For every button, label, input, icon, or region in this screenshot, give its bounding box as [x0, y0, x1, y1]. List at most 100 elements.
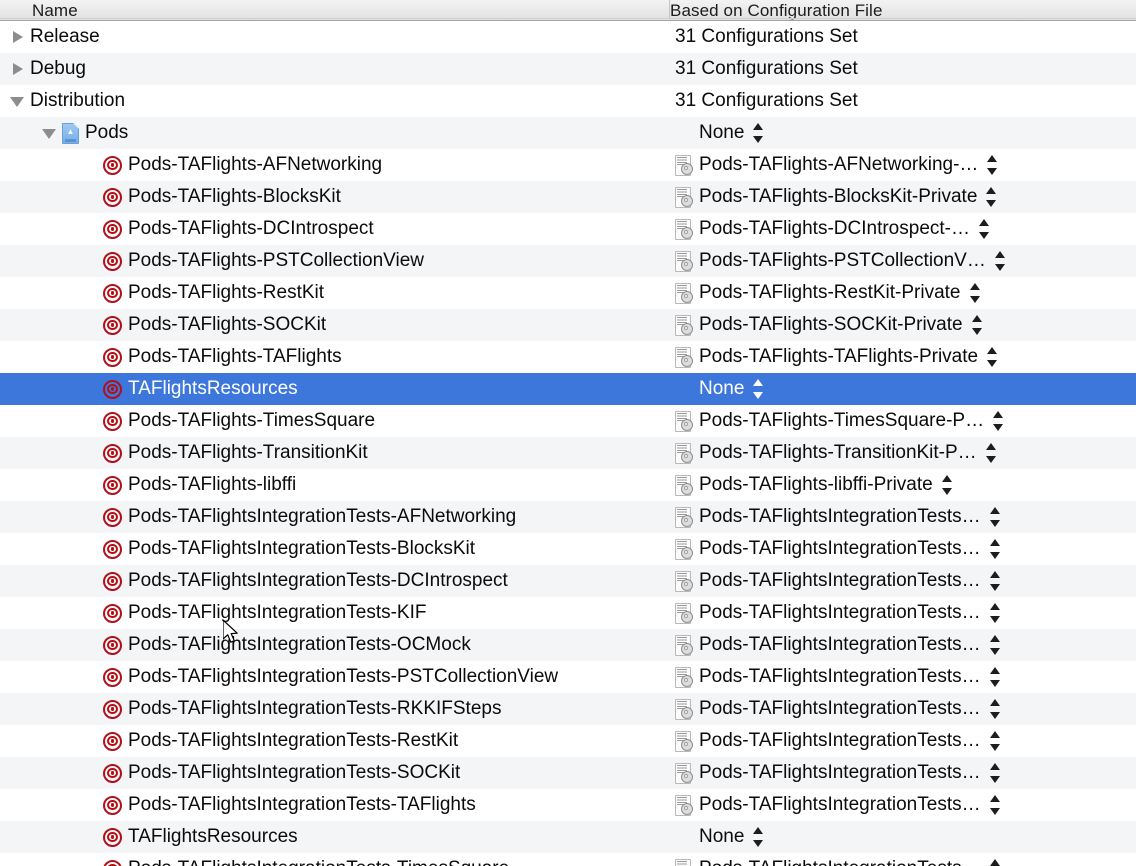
stepper-arrows-icon[interactable] [985, 442, 998, 464]
table-row[interactable]: Pods-TAFlights-SOCKit Pods-TAFlights-SOCK… [0, 309, 1136, 341]
cell-name[interactable]: Pods-TAFlightsIntegrationTests-DCIntrosp… [0, 565, 669, 597]
table-row[interactable]: Pods-TAFlightsIntegrationTests-PSTCollec… [0, 661, 1136, 693]
cell-name[interactable]: Pods-TAFlights-BlocksKit [0, 181, 669, 213]
table-row[interactable]: TAFlightsResources None [0, 821, 1136, 853]
stepper-arrows-icon[interactable] [969, 282, 982, 304]
table-row[interactable]: TAFlightsResources None [0, 373, 1136, 405]
cell-based-on-configuration-file[interactable]: Pods-TAFlights-TransitionKit-P… [669, 437, 1136, 469]
cell-based-on-configuration-file[interactable]: Pods-TAFlightsIntegrationTests… [669, 661, 1136, 693]
table-row[interactable]: Pods-TAFlightsIntegrationTests-TimesSqua… [0, 853, 1136, 866]
table-row[interactable]: Pods-TAFlights-BlocksKit Pods-TAFlights-B… [0, 181, 1136, 213]
cell-name[interactable]: Pods-TAFlightsIntegrationTests-AFNetwork… [0, 501, 669, 533]
stepper-arrows-icon[interactable] [978, 218, 991, 240]
cell-based-on-configuration-file[interactable]: None [669, 821, 1136, 853]
cell-based-on-configuration-file[interactable]: Pods-TAFlights-TAFlights-Private [669, 341, 1136, 373]
table-row[interactable]: Pods-TAFlights-TransitionKit Pods-TAFligh… [0, 437, 1136, 469]
triangle-down-icon[interactable] [10, 93, 26, 109]
cell-name[interactable]: Pods-TAFlights-TAFlights [0, 341, 669, 373]
cell-based-on-configuration-file[interactable]: Pods-TAFlightsIntegrationTests… [669, 565, 1136, 597]
cell-name[interactable]: Pods-TAFlights-TransitionKit [0, 437, 669, 469]
stepper-arrows-icon[interactable] [986, 154, 999, 176]
table-row[interactable]: Distribution 31 Configurations Set [0, 85, 1136, 117]
table-row[interactable]: Pods-TAFlightsIntegrationTests-KIF Pods-T… [0, 597, 1136, 629]
stepper-arrows-icon[interactable] [989, 602, 1002, 624]
cell-name[interactable]: Pods-TAFlights-SOCKit [0, 309, 669, 341]
cell-based-on-configuration-file[interactable]: None [669, 373, 1136, 405]
table-row[interactable]: Pods-TAFlights-TimesSquare Pods-TAFlights… [0, 405, 1136, 437]
cell-name[interactable]: Pods-TAFlightsIntegrationTests-RestKit [0, 725, 669, 757]
column-divider[interactable] [669, 0, 670, 19]
stepper-arrows-icon[interactable] [986, 346, 999, 368]
table-row[interactable]: Pods-TAFlightsIntegrationTests-SOCKit Pod… [0, 757, 1136, 789]
stepper-arrows-icon[interactable] [989, 666, 1002, 688]
cell-based-on-configuration-file[interactable]: 31 Configurations Set [669, 21, 1136, 53]
table-row[interactable]: Pods-TAFlights-TAFlights Pods-TAFlights-T… [0, 341, 1136, 373]
stepper-arrows-icon[interactable] [989, 634, 1002, 656]
cell-based-on-configuration-file[interactable]: Pods-TAFlights-PSTCollectionV… [669, 245, 1136, 277]
cell-based-on-configuration-file[interactable]: Pods-TAFlights-libffi-Private [669, 469, 1136, 501]
stepper-arrows-icon[interactable] [989, 538, 1002, 560]
cell-name[interactable]: Pods-TAFlightsIntegrationTests-RKKIFStep… [0, 693, 669, 725]
cell-name[interactable]: TAFlightsResources [0, 821, 669, 853]
table-row[interactable]: Pods-TAFlights-PSTCollectionView Pods-TAF… [0, 245, 1136, 277]
table-row[interactable]: Pods-TAFlights-DCIntrospect Pods-TAFlight… [0, 213, 1136, 245]
cell-based-on-configuration-file[interactable]: Pods-TAFlightsIntegrationTests… [669, 757, 1136, 789]
table-row[interactable]: Pods-TAFlightsIntegrationTests-BlocksKit… [0, 533, 1136, 565]
stepper-arrows-icon[interactable] [985, 186, 998, 208]
cell-name[interactable]: Pods-TAFlightsIntegrationTests-BlocksKit [0, 533, 669, 565]
cell-based-on-configuration-file[interactable]: Pods-TAFlights-RestKit-Private [669, 277, 1136, 309]
table-row[interactable]: Pods-TAFlights-RestKit Pods-TAFlights-Res… [0, 277, 1136, 309]
table-row[interactable]: Pods-TAFlightsIntegrationTests-AFNetwork… [0, 501, 1136, 533]
cell-name[interactable]: Pods-TAFlights-RestKit [0, 277, 669, 309]
stepper-arrows-icon[interactable] [752, 122, 765, 144]
stepper-arrows-icon[interactable] [941, 474, 954, 496]
cell-based-on-configuration-file[interactable]: Pods-TAFlightsIntegrationTests… [669, 629, 1136, 661]
cell-name[interactable]: Pods-TAFlights-libffi [0, 469, 669, 501]
cell-based-on-configuration-file[interactable]: Pods-TAFlightsIntegrationTests… [669, 597, 1136, 629]
column-header-based-on-configuration-file[interactable]: Based on Configuration File [640, 1, 1136, 20]
cell-based-on-configuration-file[interactable]: Pods-TAFlightsIntegrationTests… [669, 693, 1136, 725]
cell-name[interactable]: Pods-TAFlightsIntegrationTests-TAFlights [0, 789, 669, 821]
triangle-right-icon[interactable] [10, 29, 26, 45]
cell-name[interactable]: Pods-TAFlightsIntegrationTests-KIF [0, 597, 669, 629]
cell-name[interactable]: Release [0, 21, 669, 53]
table-row[interactable]: ▲ Pods None [0, 117, 1136, 149]
cell-name[interactable]: Pods-TAFlightsIntegrationTests-TimesSqua… [0, 853, 669, 866]
table-row[interactable]: Pods-TAFlightsIntegrationTests-DCIntrosp… [0, 565, 1136, 597]
stepper-arrows-icon[interactable] [989, 858, 1002, 866]
triangle-right-icon[interactable] [10, 61, 26, 77]
cell-name[interactable]: Pods-TAFlights-TimesSquare [0, 405, 669, 437]
table-row[interactable]: Pods-TAFlights-AFNetworking Pods-TAFlight… [0, 149, 1136, 181]
triangle-down-icon[interactable] [42, 125, 58, 141]
table-row[interactable]: Pods-TAFlightsIntegrationTests-RKKIFStep… [0, 693, 1136, 725]
stepper-arrows-icon[interactable] [989, 570, 1002, 592]
cell-name[interactable]: ▲ Pods [0, 117, 669, 149]
cell-based-on-configuration-file[interactable]: Pods-TAFlightsIntegrationTests… [669, 501, 1136, 533]
cell-based-on-configuration-file[interactable]: Pods-TAFlightsIntegrationTests… [669, 853, 1136, 866]
cell-based-on-configuration-file[interactable]: Pods-TAFlights-TimesSquare-P… [669, 405, 1136, 437]
cell-based-on-configuration-file[interactable]: Pods-TAFlights-BlocksKit-Private [669, 181, 1136, 213]
table-row[interactable]: Pods-TAFlightsIntegrationTests-OCMock Pod… [0, 629, 1136, 661]
stepper-arrows-icon[interactable] [989, 762, 1002, 784]
table-row[interactable]: Debug 31 Configurations Set [0, 53, 1136, 85]
stepper-arrows-icon[interactable] [989, 730, 1002, 752]
cell-name[interactable]: Distribution [0, 85, 669, 117]
cell-name[interactable]: Debug [0, 53, 669, 85]
cell-name[interactable]: Pods-TAFlights-DCIntrospect [0, 213, 669, 245]
cell-based-on-configuration-file[interactable]: Pods-TAFlightsIntegrationTests… [669, 533, 1136, 565]
cell-based-on-configuration-file[interactable]: Pods-TAFlights-AFNetworking-… [669, 149, 1136, 181]
cell-based-on-configuration-file[interactable]: None [669, 117, 1136, 149]
cell-name[interactable]: Pods-TAFlightsIntegrationTests-OCMock [0, 629, 669, 661]
cell-based-on-configuration-file[interactable]: Pods-TAFlights-SOCKit-Private [669, 309, 1136, 341]
stepper-arrows-icon[interactable] [989, 698, 1002, 720]
table-row[interactable]: Pods-TAFlights-libffi Pods-TAFlights-libf… [0, 469, 1136, 501]
stepper-arrows-icon[interactable] [992, 410, 1005, 432]
table-row[interactable]: Pods-TAFlightsIntegrationTests-TAFlights… [0, 789, 1136, 821]
cell-name[interactable]: Pods-TAFlightsIntegrationTests-PSTCollec… [0, 661, 669, 693]
cell-name[interactable]: Pods-TAFlightsIntegrationTests-SOCKit [0, 757, 669, 789]
cell-based-on-configuration-file[interactable]: Pods-TAFlightsIntegrationTests… [669, 725, 1136, 757]
stepper-arrows-icon[interactable] [989, 506, 1002, 528]
cell-name[interactable]: Pods-TAFlights-AFNetworking [0, 149, 669, 181]
column-header-name[interactable]: Name [0, 1, 640, 20]
stepper-arrows-icon[interactable] [752, 378, 765, 400]
